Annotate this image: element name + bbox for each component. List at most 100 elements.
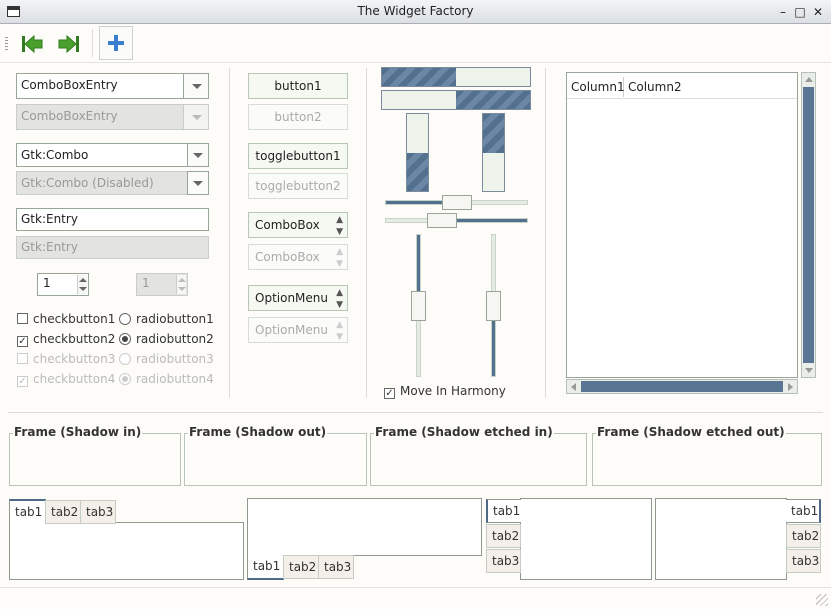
checkbox-checked-icon: ✓	[17, 376, 28, 387]
gtk-entry-input[interactable]: Gtk:Entry	[16, 208, 209, 231]
combobox-disabled: ComboBox ▲ ▼	[248, 244, 348, 270]
up-down-arrows-icon: ▲ ▼	[336, 215, 343, 237]
notebook-left-tab3[interactable]: tab3	[486, 549, 521, 573]
window-title: The Widget Factory	[357, 4, 474, 18]
progress-bar-vertical-2	[482, 113, 505, 192]
go-last-icon	[58, 34, 79, 54]
gtk-combo-disabled-input: Gtk:Combo (Disabled)	[16, 171, 188, 195]
column-header-1[interactable]: Column1	[568, 77, 625, 97]
radiobutton-label: radiobutton1	[136, 312, 214, 326]
notebook-left-tab1[interactable]: tab1	[486, 499, 521, 523]
title-bar: The Widget Factory – □ ✕	[0, 0, 831, 24]
move-in-harmony-checkbox[interactable]: ✓ Move In Harmony	[384, 382, 506, 400]
toolbar-grip[interactable]	[5, 37, 8, 51]
column-header-2[interactable]: Column2	[625, 77, 705, 97]
minimize-icon[interactable]: –	[776, 5, 790, 19]
notebook-bottom-tab3[interactable]: tab3	[318, 555, 354, 579]
combobox[interactable]: ComboBox ▲ ▼	[248, 212, 348, 238]
frame-label: Frame (Shadow out)	[188, 425, 328, 439]
radio-icon	[119, 353, 131, 365]
checkbutton1[interactable]: checkbutton1	[17, 310, 115, 328]
checkbutton-label: checkbutton4	[33, 372, 116, 386]
combo-box-entry-disabled-dropdown	[183, 104, 209, 130]
chevron-down-icon	[192, 115, 202, 120]
radiobutton3: radiobutton3	[119, 350, 214, 368]
combo-box-entry-disabled-input: ComboBoxEntry	[16, 104, 184, 130]
gtk-combo-input[interactable]: Gtk:Combo	[16, 143, 188, 167]
checkbutton-label: checkbutton2	[33, 332, 116, 346]
frame-shadow-etched-out: Frame (Shadow etched out)	[592, 425, 822, 486]
checkbutton-label: checkbutton3	[33, 352, 116, 366]
checkbox-checked-icon: ✓	[17, 336, 28, 347]
combobox-label: ComboBox	[255, 250, 320, 264]
combo-box-entry-dropdown[interactable]	[183, 73, 209, 99]
spin-arrows[interactable]	[77, 275, 87, 294]
radiobutton1[interactable]: radiobutton1	[119, 310, 214, 328]
vertical-scroll-thumb[interactable]	[803, 87, 814, 363]
scroll-down-icon[interactable]	[805, 368, 813, 373]
progress-bar-horizontal-1	[381, 67, 531, 87]
frame-shadow-out: Frame (Shadow out)	[184, 425, 367, 486]
tree-view[interactable]: Column1 Column2	[566, 72, 798, 378]
hscale-2[interactable]	[385, 218, 528, 223]
resize-grip-icon[interactable]	[816, 594, 828, 606]
frame-shadow-etched-in: Frame (Shadow etched in)	[370, 425, 587, 486]
notebook-bottom-tab2[interactable]: tab2	[283, 555, 319, 579]
combobox-label: ComboBox	[255, 218, 320, 232]
column-separator	[545, 68, 546, 398]
togglebutton1[interactable]: togglebutton1	[248, 143, 348, 169]
notebook-right-tab3[interactable]: tab3	[786, 549, 821, 573]
checkbox-checked-icon: ✓	[384, 388, 395, 399]
chevron-down-icon	[193, 181, 203, 186]
notebook-top-tab2[interactable]: tab2	[45, 500, 81, 524]
toolbar	[0, 25, 831, 63]
status-bar	[0, 587, 831, 609]
move-in-harmony-label: Move In Harmony	[400, 384, 506, 398]
spin-button[interactable]: 1	[37, 273, 89, 296]
notebook-left-page	[520, 498, 652, 580]
tree-horizontal-scrollbar[interactable]	[566, 379, 798, 394]
horizontal-scroll-thumb[interactable]	[581, 381, 783, 392]
checkbutton4: ✓ checkbutton4	[17, 370, 115, 388]
close-icon[interactable]: ✕	[811, 5, 825, 19]
radio-icon	[119, 313, 131, 325]
notebook-left-tab2[interactable]: tab2	[486, 524, 521, 548]
gtk-combo-dropdown[interactable]	[187, 143, 209, 167]
go-first-icon	[22, 34, 43, 54]
radiobutton-label: radiobutton4	[136, 372, 214, 386]
spin-value: 1	[43, 276, 51, 290]
vscale-2-slider[interactable]	[486, 290, 501, 321]
button1[interactable]: button1	[248, 73, 348, 99]
up-down-arrows-icon: ▲ ▼	[336, 288, 343, 310]
spin-value: 1	[142, 276, 150, 290]
radio-selected-icon	[119, 333, 131, 345]
radiobutton4: radiobutton4	[119, 370, 214, 388]
radiobutton-label: radiobutton2	[136, 332, 214, 346]
hscale-1-slider[interactable]	[441, 195, 472, 210]
scroll-right-icon[interactable]	[788, 383, 793, 391]
frame-label: Frame (Shadow in)	[13, 425, 143, 439]
notebook-bottom-tab1[interactable]: tab1	[247, 555, 284, 580]
checkbutton2[interactable]: ✓ checkbutton2	[17, 330, 115, 348]
optionmenu[interactable]: OptionMenu ▲ ▼	[248, 285, 348, 311]
add-button[interactable]	[99, 26, 133, 60]
notebook-top-tab1[interactable]: tab1	[9, 499, 46, 524]
column-separator	[229, 68, 230, 398]
notebook-top-tab3[interactable]: tab3	[80, 500, 116, 524]
vscale-1-slider[interactable]	[411, 290, 426, 321]
combo-box-entry-input[interactable]: ComboBoxEntry	[16, 73, 184, 99]
tree-vertical-scrollbar[interactable]	[801, 72, 816, 378]
go-first-button[interactable]	[14, 26, 48, 60]
go-last-button[interactable]	[51, 26, 85, 60]
scroll-up-icon[interactable]	[805, 77, 813, 82]
notebook-right-page	[655, 498, 787, 580]
scroll-left-icon[interactable]	[571, 383, 576, 391]
checkbutton-label: checkbutton1	[33, 312, 116, 326]
radiobutton2[interactable]: radiobutton2	[119, 330, 214, 348]
maximize-icon[interactable]: □	[793, 5, 807, 19]
hscale-2-slider[interactable]	[426, 213, 457, 228]
notebook-right-tab2[interactable]: tab2	[786, 524, 821, 548]
horizontal-separator	[8, 412, 823, 413]
checkbutton3: checkbutton3	[17, 350, 115, 368]
notebook-right-tab1[interactable]: tab1	[786, 499, 821, 523]
